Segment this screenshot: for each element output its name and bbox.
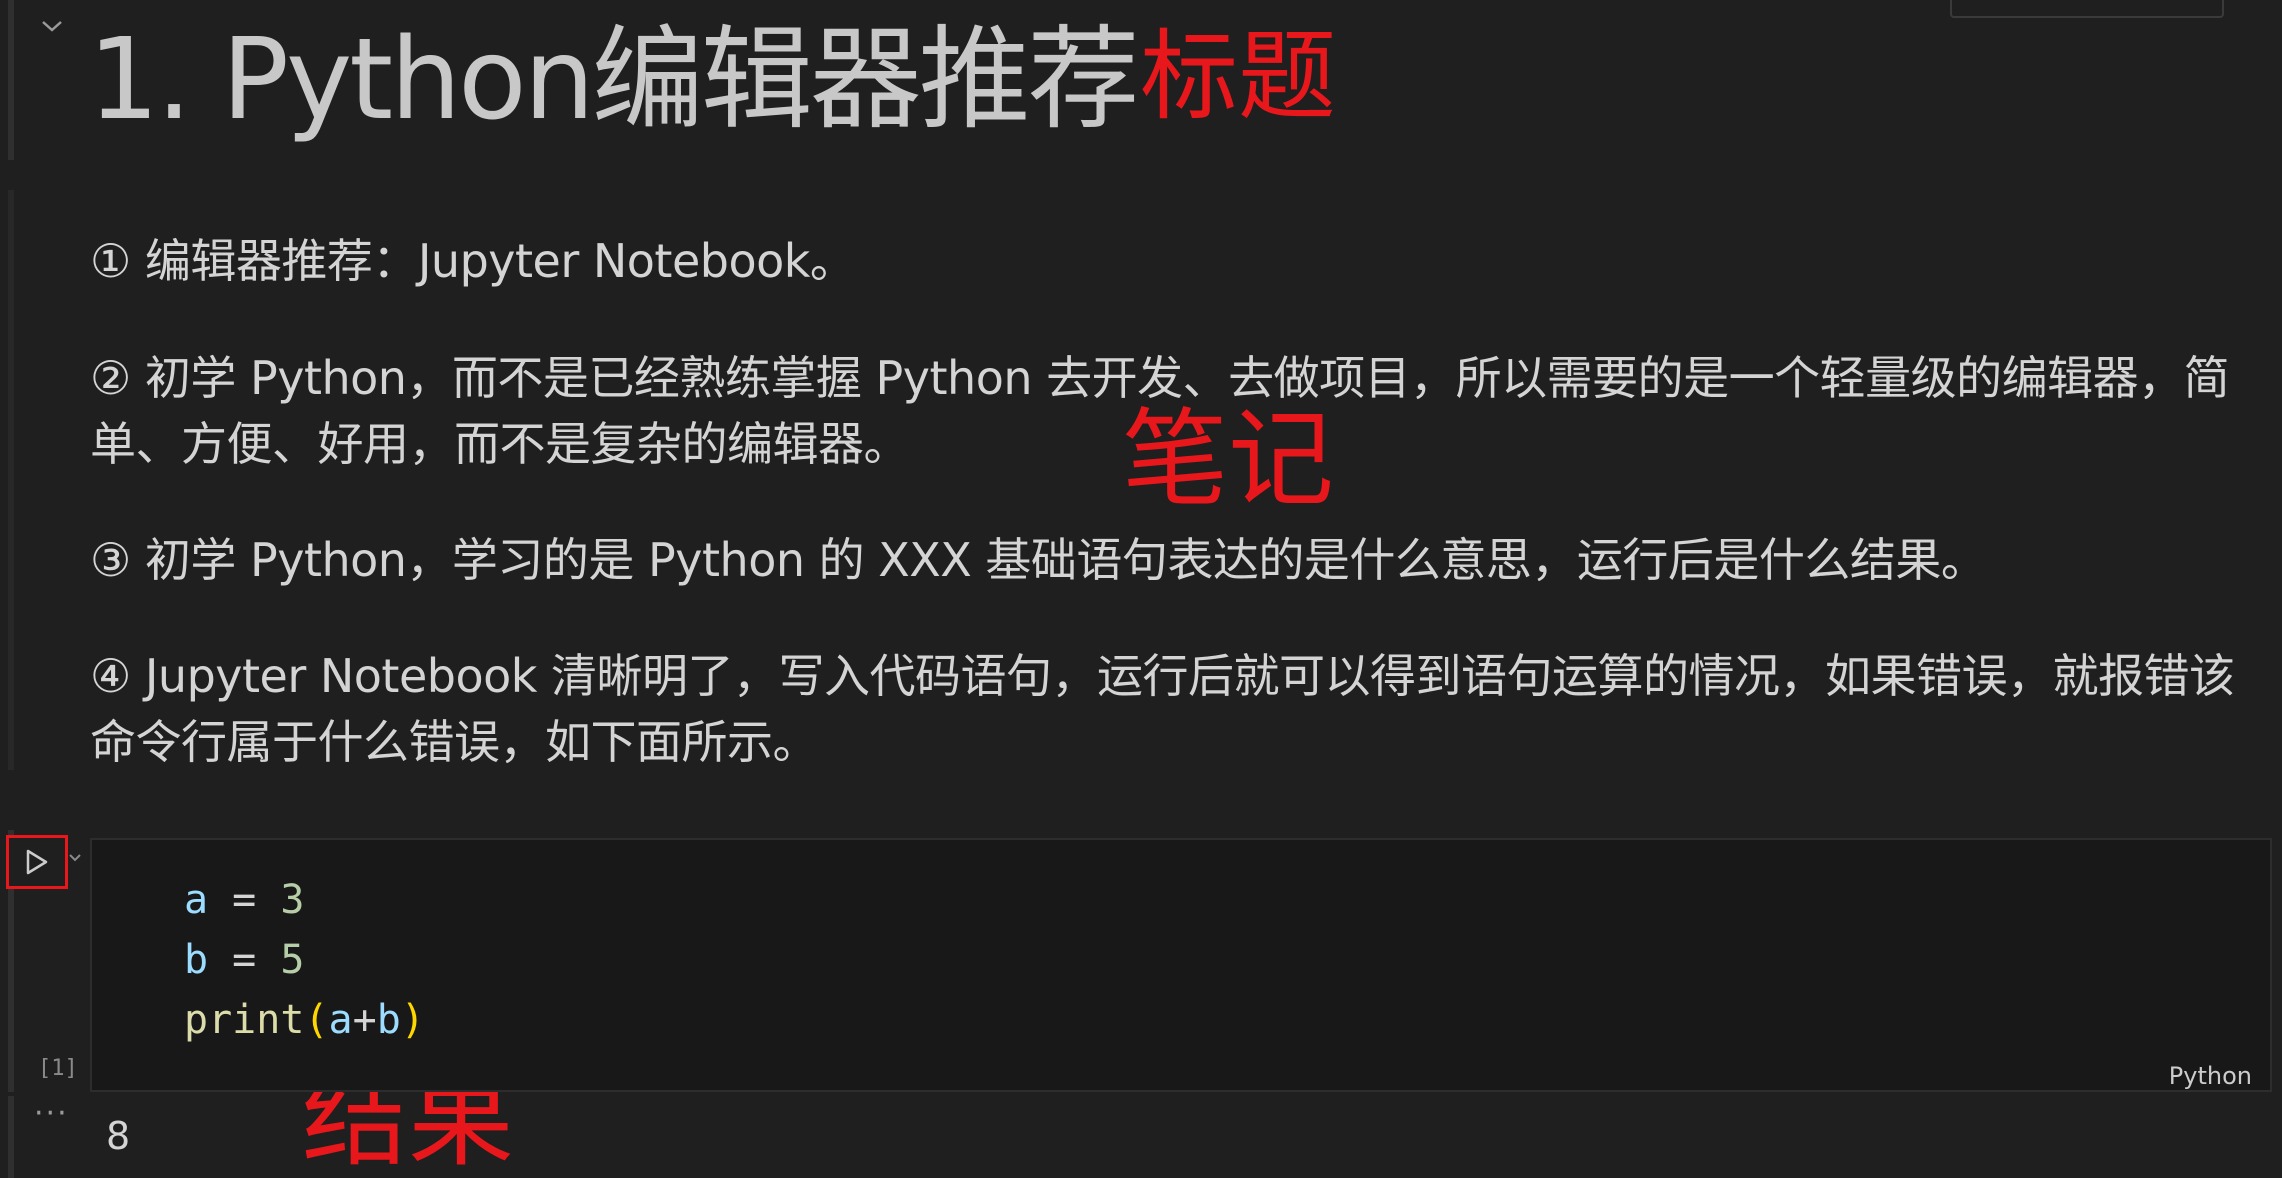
cell-output: ··· 8 (0, 1096, 2282, 1178)
markdown-paragraph: ③ 初学 Python，学习的是 Python 的 XXX 基础语句表达的是什么… (90, 533, 1987, 587)
annotation-notes: 笔记 (1122, 398, 1334, 521)
play-icon (26, 849, 48, 875)
cell-focus-bar (8, 190, 14, 770)
chevron-down-icon[interactable] (66, 848, 84, 866)
cell-focus-bar (8, 1096, 14, 1178)
language-selector[interactable]: Python (2169, 1062, 2252, 1090)
output-text: 8 (106, 1114, 131, 1158)
code-cell[interactable]: a = 3 b = 5 print(a+b) Python [1] (0, 830, 2282, 1092)
code-editor[interactable]: a = 3 b = 5 print(a+b) Python (90, 838, 2272, 1092)
annotation-title: 标题 (1140, 20, 1337, 134)
cell-focus-bar (8, 0, 14, 160)
output-more-icon[interactable]: ··· (34, 1096, 69, 1131)
execution-count: [1] (38, 1056, 78, 1081)
notebook-editor: 1. Python编辑器推荐 ① 编辑器推荐：Jupyter Notebook。… (0, 0, 2282, 1178)
code-line: a = 3 (184, 877, 305, 923)
code-line: b = 5 (184, 937, 305, 983)
chevron-down-icon[interactable] (40, 18, 64, 42)
markdown-paragraph: ④ Jupyter Notebook 清晰明了，写入代码语句，运行后就可以得到语… (90, 649, 2235, 769)
markdown-heading: 1. Python编辑器推荐 (88, 15, 1140, 145)
run-cell-button[interactable] (6, 835, 68, 889)
markdown-paragraph: ① 编辑器推荐：Jupyter Notebook。 (90, 234, 856, 288)
code-line: print(a+b) (184, 997, 425, 1043)
